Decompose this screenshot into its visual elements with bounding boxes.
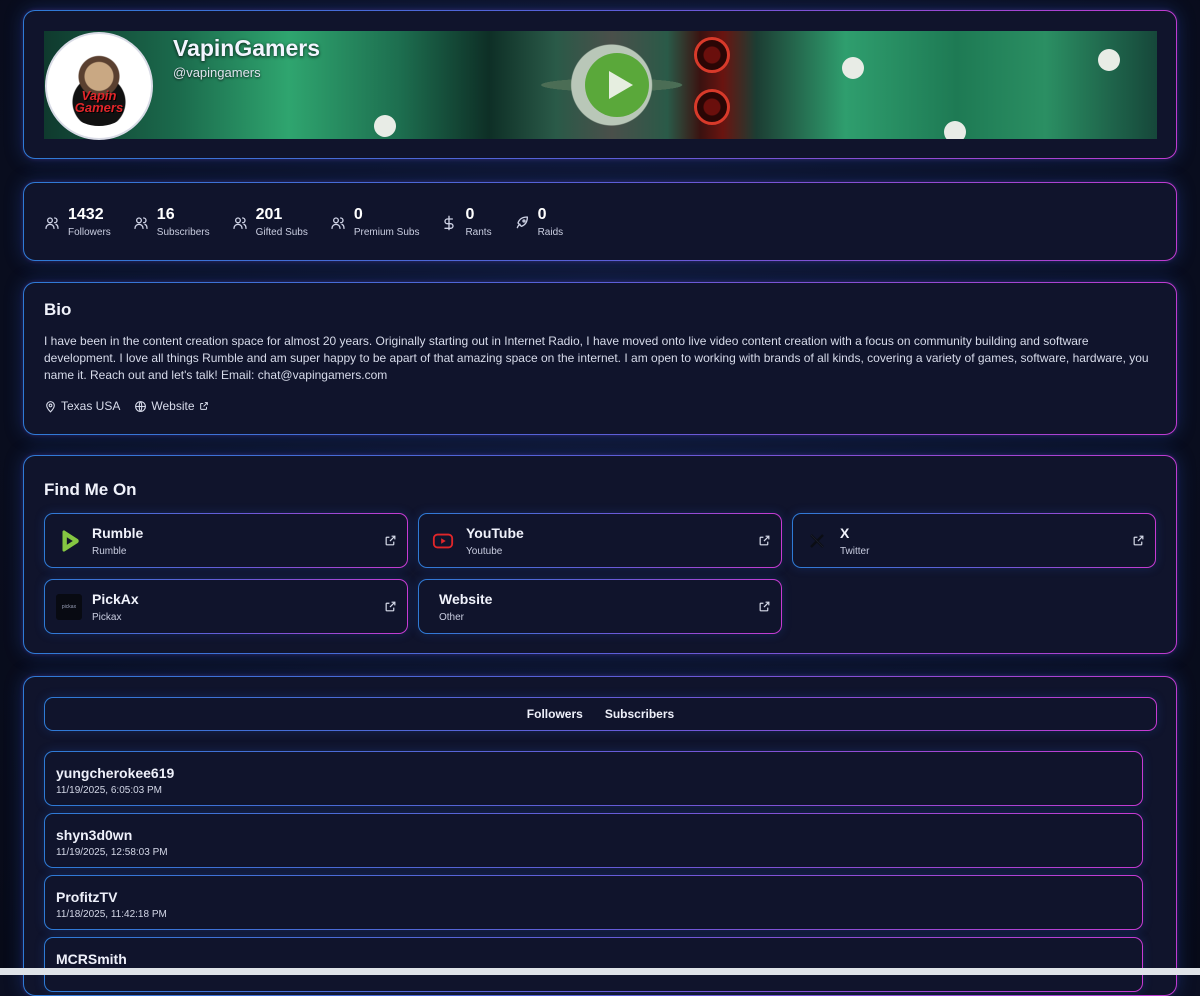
stat-subscribers: 16 Subscribers	[133, 205, 210, 238]
external-link-icon	[385, 535, 396, 546]
x-icon	[804, 528, 830, 554]
stat-label: Subscribers	[156, 227, 210, 238]
external-link-icon	[1133, 535, 1144, 546]
avatar-logo-text: Vapin Gamers	[74, 88, 124, 115]
link-name: YouTube	[466, 525, 524, 541]
map-pin-icon	[46, 400, 55, 413]
user-name: MCRSmith	[56, 951, 127, 967]
user-timestamp: 11/18/2025, 11:42:18 PM	[56, 909, 167, 920]
stats-row: 1432 Followers 16 Subscribers 201 Gifted Su…	[44, 205, 585, 238]
community-list-card: Followers Subscribers yungcherokee619 11…	[23, 676, 1177, 996]
stat-rants: 0 Rants	[441, 205, 492, 238]
stat-label: Followers	[68, 227, 111, 238]
website-link[interactable]: Website	[134, 399, 212, 413]
link-card-pickax[interactable]: pickax PickAx Pickax	[44, 579, 408, 634]
external-link-icon	[759, 535, 770, 546]
stat-value: 201	[255, 206, 283, 223]
stat-value: 0	[353, 206, 363, 223]
rumble-icon	[56, 528, 82, 554]
link-card-youtube[interactable]: YouTube Youtube	[418, 513, 782, 568]
link-card-website[interactable]: Website Other	[418, 579, 782, 634]
stats-card: 1432 Followers 16 Subscribers 201 Gifted Su…	[23, 182, 1177, 261]
link-name: Website	[439, 591, 493, 607]
link-name: PickAx	[92, 591, 139, 607]
avatar[interactable]: Vapin Gamers	[45, 32, 153, 140]
bio-text: I have been in the content creation spac…	[44, 334, 1149, 382]
rumble-play-graphic	[585, 53, 649, 117]
list-item[interactable]: ProfitzTV 11/18/2025, 11:42:18 PM	[44, 875, 1143, 930]
link-platform: Rumble	[92, 546, 127, 557]
external-link-icon	[385, 601, 396, 612]
pickax-icon: pickax	[56, 594, 82, 620]
user-timestamp: 11/19/2025, 6:05:03 PM	[56, 785, 163, 796]
skull-graphic	[842, 57, 864, 79]
external-link-icon	[199, 402, 208, 410]
dollar-icon	[444, 215, 455, 231]
location: Texas USA	[44, 399, 120, 413]
stat-value: 0	[465, 206, 475, 223]
skull-graphic	[944, 121, 966, 139]
tab-followers[interactable]: Followers	[527, 707, 583, 721]
speaker-graphic	[694, 37, 730, 73]
link-card-rumble[interactable]: Rumble Rumble	[44, 513, 408, 568]
stat-label: Premium Subs	[353, 227, 420, 238]
link-card-x[interactable]: X Twitter	[792, 513, 1156, 568]
stat-label: Rants	[465, 227, 492, 238]
tab-bar: Followers Subscribers	[44, 697, 1157, 731]
skull-graphic	[374, 115, 396, 137]
globe-icon	[135, 400, 147, 412]
user-name: yungcherokee619	[56, 765, 175, 781]
user-name: shyn3d0wn	[56, 827, 133, 843]
user-timestamp: 11/19/2025, 12:58:03 PM	[56, 847, 168, 858]
tab-subscribers[interactable]: Subscribers	[605, 707, 674, 721]
list-item[interactable]: yungcherokee619 11/19/2025, 6:05:03 PM	[44, 751, 1143, 806]
profile-header: Vapin Gamers VapinGamers @vapingamers	[23, 10, 1177, 159]
users-icon	[134, 217, 148, 229]
rocket-icon	[516, 216, 528, 229]
link-platform: Pickax	[92, 612, 122, 623]
speaker-graphic	[694, 89, 730, 125]
channel-name: VapinGamers	[173, 35, 321, 61]
stat-value: 1432	[68, 206, 104, 223]
website-label: Website	[151, 399, 195, 413]
stat-premium-subs: 0 Premium Subs	[330, 205, 420, 238]
list-item[interactable]: shyn3d0wn 11/19/2025, 12:58:03 PM	[44, 813, 1143, 868]
bio-card: Bio I have been in the content creation …	[23, 282, 1177, 435]
pickax-icon-text: pickax	[61, 604, 77, 610]
stat-gifted-subs: 201 Gifted Subs	[232, 205, 308, 238]
list-item[interactable]: MCRSmith	[44, 937, 1143, 992]
users-icon	[45, 217, 59, 229]
stat-followers: 1432 Followers	[44, 205, 111, 238]
bio-meta: Texas USA Website	[44, 399, 227, 413]
link-name: X	[840, 525, 850, 541]
skull-graphic	[1098, 49, 1120, 71]
users-icon	[232, 217, 247, 229]
youtube-icon	[430, 528, 456, 554]
stat-label: Gifted Subs	[255, 227, 308, 238]
vapin-gamers-logo: Vapin Gamers	[59, 46, 139, 126]
stat-value: 0	[537, 206, 547, 223]
window-bottom-edge	[0, 968, 1200, 975]
bio-title: Bio	[44, 300, 72, 319]
channel-handle: @vapingamers	[173, 65, 261, 80]
find-me-on-title: Find Me On	[44, 480, 137, 499]
link-platform: Twitter	[840, 546, 870, 557]
find-me-on-card: Find Me On Rumble Rumble YouTube Youtube…	[23, 455, 1177, 654]
user-name: ProfitzTV	[56, 889, 118, 905]
stat-value: 16	[156, 206, 175, 223]
location-text: Texas USA	[61, 399, 121, 413]
users-icon	[331, 217, 345, 229]
link-platform: Other	[439, 612, 465, 623]
external-link-icon	[759, 601, 770, 612]
stat-label: Raids	[537, 227, 564, 238]
link-platform: Youtube	[466, 546, 503, 557]
link-name: Rumble	[92, 525, 144, 541]
stat-raids: 0 Raids	[514, 205, 564, 238]
